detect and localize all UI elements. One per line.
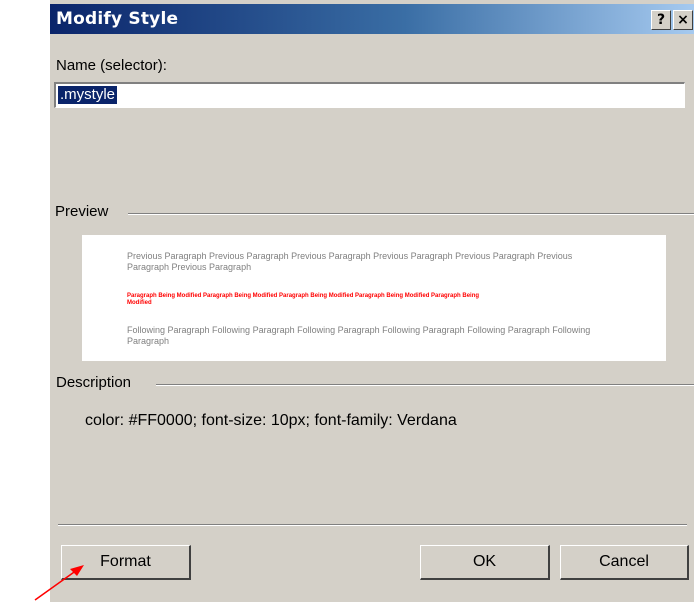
annotation-arrow-icon: [34, 565, 84, 601]
